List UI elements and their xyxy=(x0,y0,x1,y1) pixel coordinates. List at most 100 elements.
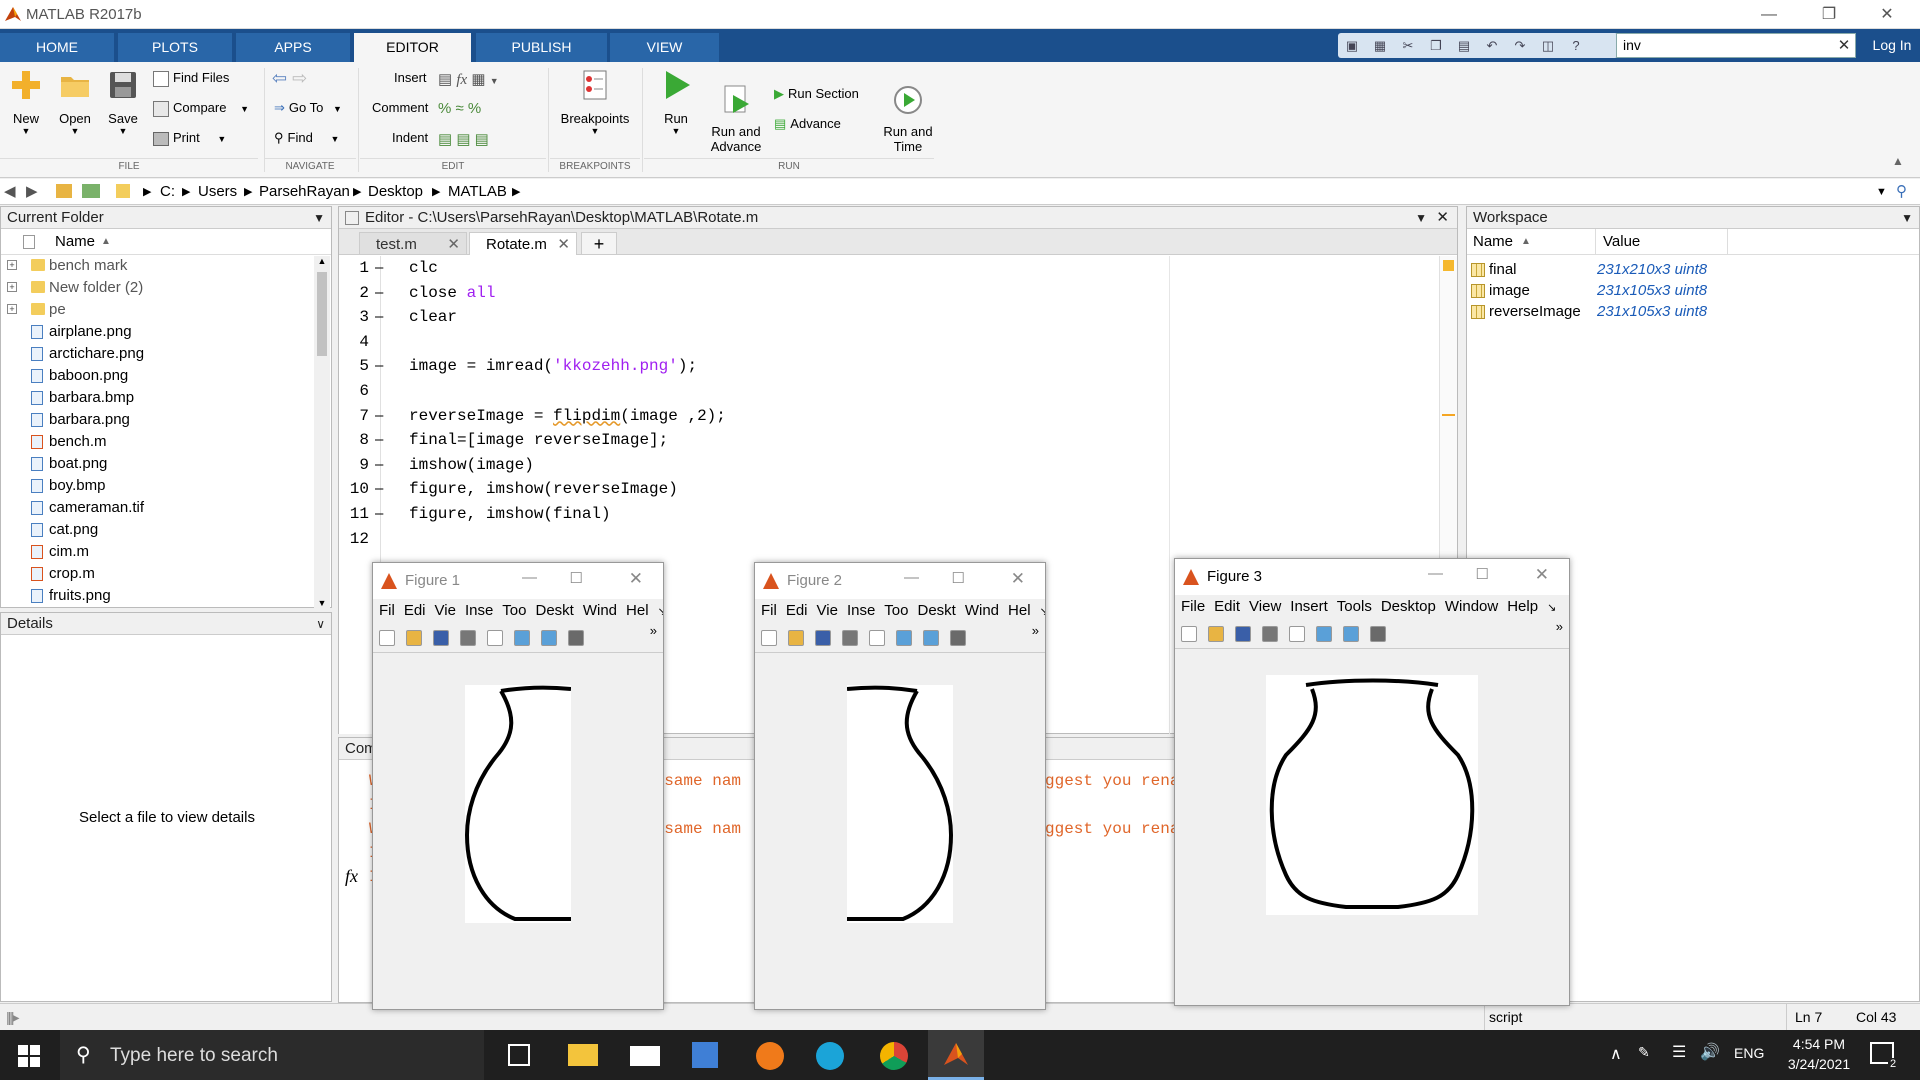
file-explorer-icon[interactable] xyxy=(568,1044,598,1066)
code-line[interactable]: figure, imshow(final) xyxy=(409,505,611,523)
insert-button[interactable]: Insert xyxy=(394,70,427,85)
mail-icon[interactable] xyxy=(630,1046,660,1066)
figure-tool-icon[interactable] xyxy=(460,630,476,646)
up-folder-icon[interactable] xyxy=(56,184,72,198)
figure-tool-icon[interactable] xyxy=(1208,626,1224,642)
figure-maximize-icon[interactable]: ☐ xyxy=(570,569,583,587)
figure-menu-item[interactable]: Edit xyxy=(1214,598,1240,615)
figure-menu-item[interactable]: Desktop xyxy=(1381,598,1436,615)
breakpoint-marker[interactable]: – xyxy=(375,284,383,301)
more-tools-icon[interactable]: » xyxy=(1032,623,1039,638)
editor-menu-icon[interactable]: ▼ xyxy=(1415,207,1427,229)
clock-date[interactable]: 3/24/2021 xyxy=(1778,1056,1860,1072)
editor-tab-rotate[interactable]: Rotate.m ✕ xyxy=(469,232,577,255)
breakpoints-button[interactable]: Breakpoints ▼ xyxy=(556,68,634,136)
breakpoint-marker[interactable]: – xyxy=(375,407,383,424)
clock-time[interactable]: 4:54 PM xyxy=(1784,1036,1854,1052)
windows-start-icon[interactable] xyxy=(18,1045,40,1067)
find-button[interactable]: ⚲ Find ▼ xyxy=(274,130,339,146)
copy-icon[interactable]: ❐ xyxy=(1422,33,1450,58)
figure-menu-item[interactable]: Too xyxy=(884,602,908,619)
show-hidden-icons[interactable]: ∧ xyxy=(1610,1044,1622,1064)
workspace-column-header[interactable]: Name ▲ Value xyxy=(1467,229,1919,255)
scroll-down-icon[interactable]: ▼ xyxy=(314,598,330,608)
compare-button[interactable]: Compare ▼ xyxy=(153,100,249,117)
list-item[interactable]: fruits.png xyxy=(1,585,331,607)
scroll-up-icon[interactable]: ▲ xyxy=(314,256,330,272)
figure-tool-icon[interactable] xyxy=(1235,626,1251,642)
figure-menu-item[interactable]: Edi xyxy=(404,602,426,619)
close-button[interactable]: ✕ xyxy=(1858,0,1916,29)
new-tab-button[interactable]: + xyxy=(581,232,617,255)
more-menu-icon[interactable]: ↘ xyxy=(658,606,663,618)
figure-menu-item[interactable]: Wind xyxy=(583,602,617,619)
breakpoint-marker[interactable]: – xyxy=(375,456,383,473)
figure-3-window[interactable]: Figure 3 — ☐ ✕ File Edit View Insert Tools Deskto… xyxy=(1174,558,1570,1006)
address-dropdown-icon[interactable]: ▼ xyxy=(1876,179,1887,205)
list-item[interactable]: + New folder (2) xyxy=(1,277,331,299)
tab-apps[interactable]: APPS xyxy=(236,33,351,62)
figure-tool-icon[interactable] xyxy=(514,630,530,646)
panel-menu-icon[interactable]: ▼ xyxy=(313,207,325,229)
figure-tool-icon[interactable] xyxy=(788,630,804,646)
close-tab-icon[interactable]: ✕ xyxy=(557,233,570,256)
figure-tool-icon[interactable] xyxy=(869,630,885,646)
comment-button[interactable]: Comment xyxy=(372,100,428,115)
path-segment[interactable]: MATLAB xyxy=(448,179,507,205)
scrollbar[interactable]: ▲ ▼ xyxy=(314,256,330,608)
breakpoint-marker[interactable]: – xyxy=(375,357,383,374)
list-item[interactable]: cameraman.tif xyxy=(1,497,331,519)
list-item[interactable]: cat.png xyxy=(1,519,331,541)
figure-menu-item[interactable]: Hel xyxy=(1008,602,1031,619)
go-to-button[interactable]: ⇒ Go To ▼ xyxy=(274,100,342,116)
more-menu-icon[interactable]: ↘ xyxy=(1547,602,1556,614)
figure-titlebar[interactable]: Figure 3 — ☐ ✕ xyxy=(1175,559,1569,595)
breakpoint-marker[interactable]: – xyxy=(375,259,383,276)
editor-close-icon[interactable]: ✕ xyxy=(1436,207,1449,229)
editor-tab-test[interactable]: test.m ✕ xyxy=(359,232,467,255)
figure-menu-item[interactable]: Deskt xyxy=(917,602,955,619)
tab-view[interactable]: VIEW xyxy=(610,33,720,62)
figure-tool-icon[interactable] xyxy=(406,630,422,646)
workspace-variable[interactable]: image 231x105x3 uint8 xyxy=(1467,280,1919,301)
figure-tool-icon[interactable] xyxy=(896,630,912,646)
comment-icons[interactable]: % ≈ % xyxy=(438,100,481,117)
print-button[interactable]: Print ▼ xyxy=(153,130,226,146)
figure-menu-item[interactable]: Vie xyxy=(817,602,838,619)
switch-windows-icon[interactable]: ◫ xyxy=(1534,33,1562,58)
path-segment[interactable]: Desktop xyxy=(368,179,423,205)
run-and-time-button[interactable]: Run and Time xyxy=(876,68,940,169)
more-tools-icon[interactable]: » xyxy=(650,623,657,638)
cut-icon[interactable]: ✂ xyxy=(1394,33,1422,58)
figure-menu-item[interactable]: Deskt xyxy=(535,602,573,619)
figure-2-window[interactable]: Figure 2 — ☐ ✕ Fil Edi Vie Inse Too Deskt Wind Hel ↘… xyxy=(754,562,1046,1010)
list-item[interactable]: baboon.png xyxy=(1,365,331,387)
figure-tool-icon[interactable] xyxy=(1289,626,1305,642)
figure-tool-icon[interactable] xyxy=(433,630,449,646)
list-item[interactable]: arctichare.png xyxy=(1,343,331,365)
figure-titlebar[interactable]: Figure 2 — ☐ ✕ xyxy=(755,563,1045,599)
figure-tool-icon[interactable] xyxy=(1262,626,1278,642)
figure-1-window[interactable]: Figure 1 — ☐ ✕ Fil Edi Vie Inse Too Deskt Wind Hel ↘… xyxy=(372,562,664,1010)
path-segment[interactable]: C: xyxy=(160,179,175,205)
redo-icon[interactable]: ↷ xyxy=(1506,33,1534,58)
warning-indicator-icon[interactable] xyxy=(1443,260,1454,271)
edge-icon[interactable] xyxy=(816,1042,844,1070)
code-line[interactable]: clear xyxy=(409,308,457,326)
figure-tool-icon[interactable] xyxy=(1181,626,1197,642)
shortcut-icon[interactable]: ▣ xyxy=(1338,33,1366,58)
list-item[interactable]: + bench mark xyxy=(1,255,331,277)
code-line[interactable]: imshow(image) xyxy=(409,456,534,474)
expand-icon[interactable]: + xyxy=(7,304,17,314)
workspace-variable[interactable]: final 231x210x3 uint8 xyxy=(1467,259,1919,280)
more-tools-icon[interactable]: » xyxy=(1556,619,1563,634)
figure-maximize-icon[interactable]: ☐ xyxy=(1476,565,1489,583)
figure-menu-item[interactable]: Vie xyxy=(435,602,456,619)
figure-menu-item[interactable]: Hel xyxy=(626,602,649,619)
figure-tool-icon[interactable] xyxy=(1343,626,1359,642)
expand-icon[interactable]: + xyxy=(7,282,17,292)
figure-menu-item[interactable]: View xyxy=(1249,598,1281,615)
function-browser-icon[interactable]: fx xyxy=(345,866,358,887)
run-section-button[interactable]: ▶ Run Section xyxy=(774,86,859,102)
figure-menu-item[interactable]: Inse xyxy=(847,602,875,619)
